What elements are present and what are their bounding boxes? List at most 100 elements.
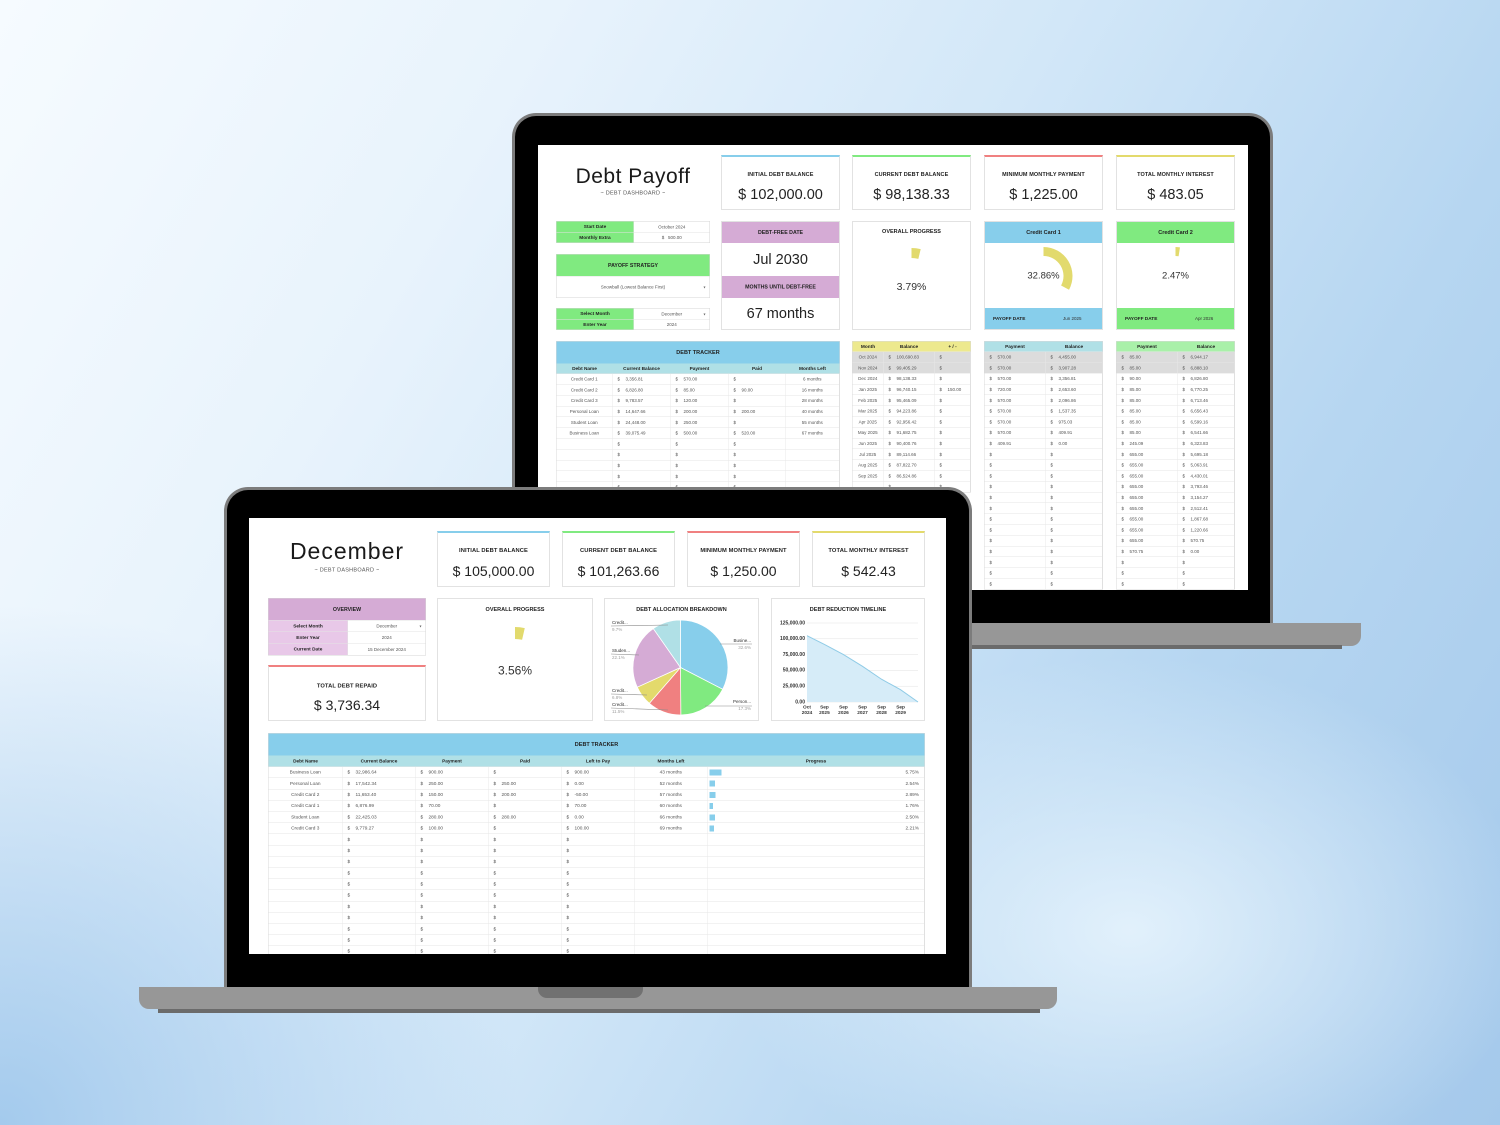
balance-cell[interactable]: $3,154.27 (1178, 492, 1235, 503)
balance-cell[interactable]: $ (1046, 503, 1103, 514)
balance-cell[interactable]: $ (1046, 578, 1103, 590)
month-cell[interactable]: Sep 2025 (853, 470, 884, 482)
payment-cell[interactable]: $ (985, 535, 1046, 546)
name-cell[interactable] (269, 845, 343, 857)
left-cell[interactable]: $ -50.00 (562, 789, 635, 801)
paid-cell[interactable]: $90.00 (729, 384, 786, 396)
payment-cell[interactable]: $570.75 (1117, 546, 1178, 557)
name-cell[interactable]: Business Loan (269, 767, 343, 778)
balance-cell[interactable]: $ (343, 912, 416, 924)
paid-cell[interactable]: $520.00 (729, 427, 786, 439)
balance-cell[interactable]: $570.75 (1178, 535, 1235, 546)
balance-cell[interactable]: $409.91 (1046, 427, 1103, 438)
name-cell[interactable]: Personal Loan (557, 406, 613, 417)
balance-cell[interactable]: $6,826.80 (613, 384, 671, 396)
balance-cell[interactable]: $ (1046, 492, 1103, 503)
balance-cell[interactable]: $0.00 (1178, 546, 1235, 557)
balance-cell[interactable]: $98,138.33 (884, 373, 935, 384)
balance-cell[interactable]: $96,740.15 (884, 384, 935, 395)
month-cell[interactable]: Apr 2025 (853, 416, 884, 428)
months_left-cell[interactable]: 52 months (635, 778, 708, 789)
payment-cell[interactable]: $570.00 (985, 405, 1046, 417)
balance-cell[interactable]: $ (613, 449, 671, 460)
balance-cell[interactable]: $6,541.66 (1178, 427, 1235, 438)
adjust-cell[interactable]: $ (935, 470, 971, 482)
months_left-cell[interactable]: 6 months (786, 374, 840, 385)
column-header[interactable]: + / - (935, 342, 971, 352)
left-cell[interactable]: $ (562, 845, 635, 857)
payment-cell[interactable]: $570.00 (671, 374, 729, 385)
name-cell[interactable]: Credit Card 1 (557, 374, 613, 385)
balance-cell[interactable]: $6,323.83 (1178, 438, 1235, 449)
balance-cell[interactable]: $5,695.18 (1178, 449, 1235, 460)
left-cell[interactable]: $900.00 (562, 767, 635, 778)
column-header[interactable]: Payment (671, 364, 729, 374)
paid-cell[interactable]: $ (489, 934, 562, 946)
select-month-dropdown[interactable]: December ▾ (347, 620, 426, 632)
payment-cell[interactable]: $570.00 (985, 352, 1046, 363)
balance-cell[interactable]: $1,867.68 (1178, 513, 1235, 525)
paid-cell[interactable]: $ (489, 867, 562, 879)
name-cell[interactable]: Student Loan (269, 811, 343, 823)
payment-cell[interactable]: $ (1117, 567, 1178, 579)
balance-cell[interactable]: $6,599.16 (1178, 416, 1235, 428)
balance-cell[interactable]: $ (1046, 524, 1103, 536)
name-cell[interactable] (269, 934, 343, 946)
select-month-dropdown[interactable]: December ▾ (633, 308, 710, 319)
payment-cell[interactable]: $570.00 (985, 395, 1046, 406)
name-cell[interactable] (557, 449, 613, 460)
months_left-cell[interactable] (635, 912, 708, 924)
adjust-cell[interactable]: $ (935, 416, 971, 428)
column-header[interactable]: Payment (1117, 342, 1178, 352)
payment-cell[interactable]: $ (985, 567, 1046, 579)
column-header[interactable]: Current Balance (613, 364, 671, 374)
payment-cell[interactable]: $570.00 (985, 362, 1046, 374)
balance-cell[interactable]: $3,356.81 (1046, 373, 1103, 384)
column-header[interactable]: Debt Name (557, 364, 613, 374)
paid-cell[interactable]: $ (489, 845, 562, 857)
payment-cell[interactable]: $ (416, 845, 489, 857)
balance-cell[interactable]: $2,512.41 (1178, 503, 1235, 514)
balance-cell[interactable]: $1,537.35 (1046, 405, 1103, 417)
paid-cell[interactable]: $250.00 (489, 778, 562, 789)
name-cell[interactable] (269, 912, 343, 924)
paid-cell[interactable]: $ (729, 374, 786, 385)
month-cell[interactable]: May 2025 (853, 427, 884, 438)
balance-cell[interactable]: $975.03 (1046, 416, 1103, 428)
name-cell[interactable]: Student Loan (557, 417, 613, 428)
payment-cell[interactable]: $655.00 (1117, 524, 1178, 536)
payment-cell[interactable]: $ (416, 867, 489, 879)
balance-cell[interactable]: $ (1178, 557, 1235, 568)
column-header[interactable]: Paid (489, 756, 562, 767)
name-cell[interactable] (269, 867, 343, 879)
monthly-extra-field[interactable]: $ 500.00 (633, 232, 710, 243)
months_left-cell[interactable]: 16 months (786, 384, 840, 396)
start-date-field[interactable]: October 2024 (633, 221, 710, 232)
payment-cell[interactable]: $ (416, 878, 489, 890)
paid-cell[interactable]: $ (489, 800, 562, 812)
payment-cell[interactable]: $85.00 (1117, 416, 1178, 428)
months_left-cell[interactable]: 66 months (635, 811, 708, 823)
paid-cell[interactable]: $280.00 (489, 811, 562, 823)
months_left-cell[interactable]: 69 months (635, 822, 708, 834)
months_left-cell[interactable]: 43 months (635, 767, 708, 778)
name-cell[interactable] (269, 901, 343, 913)
balance-cell[interactable]: $ (613, 438, 671, 450)
balance-cell[interactable]: $90,400.76 (884, 438, 935, 449)
payment-cell[interactable]: $655.00 (1117, 449, 1178, 460)
months_left-cell[interactable] (635, 856, 708, 868)
months_left-cell[interactable]: 60 months (635, 800, 708, 812)
balance-cell[interactable]: $86,524.86 (884, 470, 935, 482)
balance-cell[interactable]: $22,425.03 (343, 811, 416, 823)
payment-cell[interactable]: $100.00 (416, 822, 489, 834)
months_left-cell[interactable] (635, 890, 708, 901)
payment-cell[interactable]: $ (985, 459, 1046, 471)
payment-cell[interactable]: $900.00 (416, 767, 489, 778)
payment-cell[interactable]: $655.00 (1117, 492, 1178, 503)
payment-cell[interactable]: $570.00 (985, 416, 1046, 428)
balance-cell[interactable]: $6,888.10 (1178, 362, 1235, 374)
balance-cell[interactable]: $3,907.28 (1046, 362, 1103, 374)
balance-cell[interactable]: $ (1046, 513, 1103, 525)
months_left-cell[interactable] (786, 449, 840, 460)
left-cell[interactable]: $ (562, 834, 635, 845)
